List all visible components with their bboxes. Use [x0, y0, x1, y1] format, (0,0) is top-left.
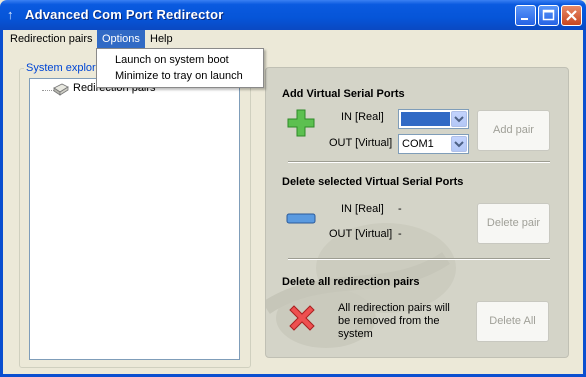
- delete-all-message-line-1: All redirection pairs will: [338, 302, 450, 314]
- in-real-port-select[interactable]: [398, 109, 469, 129]
- add-section-title: Add Virtual Serial Ports: [282, 88, 405, 100]
- add-pair-button[interactable]: Add pair: [477, 110, 550, 151]
- delete-out-label: OUT [Virtual]: [329, 228, 393, 240]
- delete-pair-button[interactable]: Delete pair: [477, 203, 550, 244]
- window-title: Advanced Com Port Redirector: [25, 7, 224, 22]
- menu-item-launch-on-boot[interactable]: Launch on system boot: [115, 52, 229, 68]
- serial-port-icon: [53, 83, 69, 96]
- delete-section-title: Delete selected Virtual Serial Ports: [282, 176, 464, 188]
- options-dropdown-menu: Launch on system boot Minimize to tray o…: [96, 48, 264, 88]
- chevron-down-icon: [454, 116, 464, 123]
- section-divider: [288, 258, 550, 260]
- out-virtual-value: COM1: [402, 138, 434, 150]
- menu-help[interactable]: Help: [145, 30, 178, 48]
- maximize-button[interactable]: [538, 5, 559, 26]
- menu-bar: Redirection pairs Options Help: [3, 30, 583, 48]
- chevron-down-icon: [454, 141, 464, 148]
- system-explorer-legend: System explorer: [24, 62, 108, 74]
- explorer-tree[interactable]: Redirection pairs: [29, 78, 240, 360]
- out-virtual-dropdown-button[interactable]: [451, 136, 467, 152]
- menu-redirection-pairs[interactable]: Redirection pairs: [5, 30, 98, 48]
- add-in-label: IN [Real]: [341, 111, 384, 123]
- add-plus-icon: [287, 109, 315, 137]
- out-virtual-port-select[interactable]: COM1: [398, 134, 469, 154]
- app-icon: ↑: [7, 7, 14, 22]
- minimize-icon: [521, 18, 528, 20]
- add-out-label: OUT [Virtual]: [329, 137, 393, 149]
- title-bar[interactable]: ↑ Advanced Com Port Redirector: [0, 0, 586, 30]
- delete-in-value: -: [398, 203, 402, 215]
- delete-minus-icon: [286, 213, 316, 224]
- in-real-dropdown-button[interactable]: [451, 111, 467, 127]
- delete-all-message-line-3: system: [338, 328, 373, 340]
- action-panel: Add Virtual Serial Ports IN [Real] OUT […: [265, 67, 569, 358]
- delete-all-x-icon: [289, 305, 315, 331]
- window-border-left: [0, 30, 3, 377]
- delete-all-section-title: Delete all redirection pairs: [282, 276, 420, 288]
- close-button[interactable]: [561, 5, 582, 26]
- maximize-icon: [542, 9, 555, 21]
- menu-options[interactable]: Options: [97, 30, 145, 48]
- delete-all-message-line-2: be removed from the: [338, 315, 440, 327]
- section-divider: [288, 161, 550, 163]
- close-icon: [566, 10, 577, 21]
- in-real-selection: [401, 112, 450, 126]
- delete-all-button[interactable]: Delete All: [476, 301, 549, 342]
- delete-out-value: -: [398, 228, 402, 240]
- menu-item-minimize-to-tray[interactable]: Minimize to tray on launch: [115, 68, 243, 84]
- delete-in-label: IN [Real]: [341, 203, 384, 215]
- minimize-button[interactable]: [515, 5, 536, 26]
